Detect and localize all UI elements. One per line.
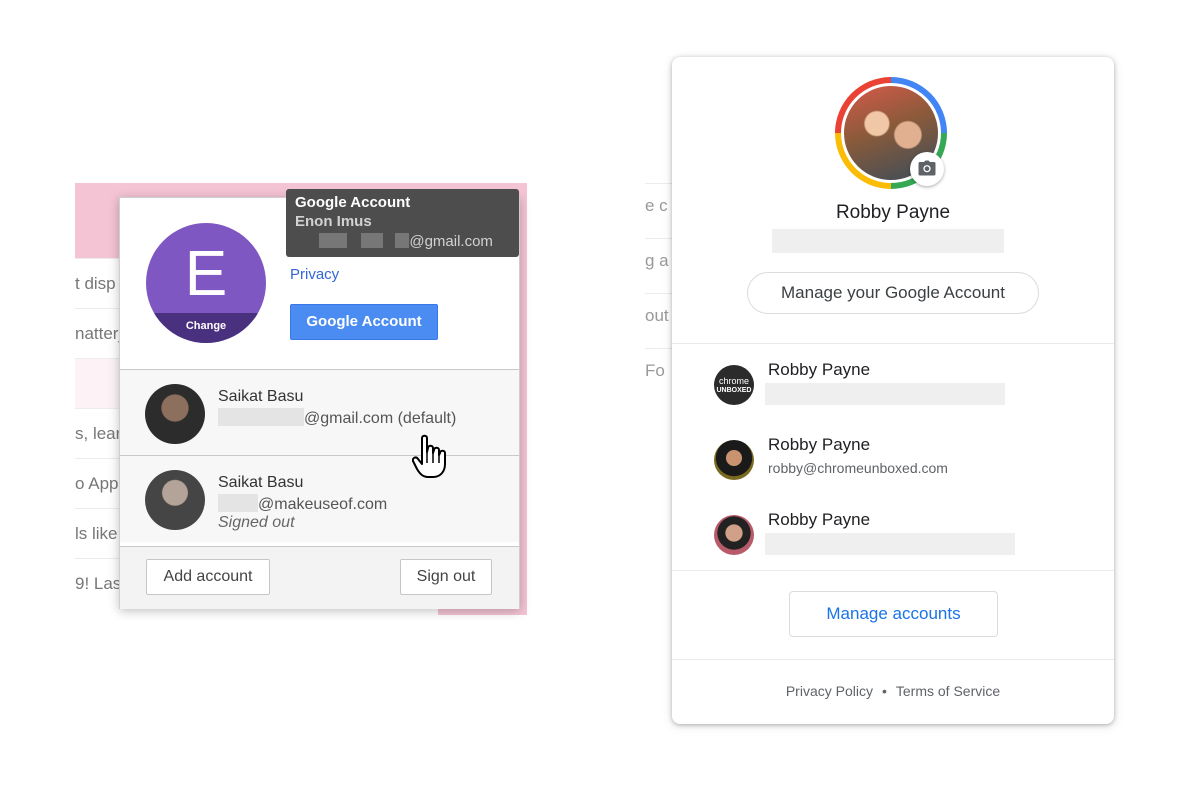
redacted-text: [218, 494, 258, 512]
divider: [672, 570, 1114, 571]
new-account-popup: Robby Payne Manage your Google Account c…: [672, 57, 1114, 724]
redacted-email: [765, 383, 1005, 405]
privacy-policy-link[interactable]: Privacy Policy: [786, 683, 873, 699]
right-background-page: e c g a out Fo: [620, 183, 675, 403]
footer-separator: •: [881, 683, 887, 699]
terms-of-service-link[interactable]: Terms of Service: [896, 683, 1000, 699]
background-row: e c: [645, 183, 675, 239]
camera-icon[interactable]: [910, 152, 944, 186]
divider: [672, 659, 1114, 660]
change-photo-label[interactable]: Change: [146, 313, 266, 343]
chrome-unboxed-logo-avatar: chrome UNBOXED: [714, 365, 754, 405]
account-row[interactable]: chrome UNBOXED Robby Payne: [672, 355, 1114, 425]
profile-name: Robby Payne: [835, 202, 951, 223]
popup-footer: Add account Sign out: [120, 546, 519, 609]
background-row: out: [645, 293, 675, 349]
account-name: Saikat Basu: [218, 388, 304, 405]
manage-google-account-button[interactable]: Manage your Google Account: [747, 272, 1039, 314]
hand-pointer-icon: [412, 434, 446, 478]
manage-accounts-button[interactable]: Manage accounts: [789, 591, 998, 637]
account-email: robby@chromeunboxed.com: [768, 460, 948, 476]
old-account-popup: E Change Privacy Google Account Saikat B…: [119, 197, 520, 609]
sign-out-button[interactable]: Sign out: [400, 559, 492, 595]
privacy-link[interactable]: Privacy: [290, 266, 339, 283]
divider: [672, 343, 1114, 344]
background-row: g a: [645, 238, 675, 294]
redacted-email: [772, 229, 1004, 253]
redacted-text: [361, 233, 384, 248]
account-email: @gmail.com (default): [218, 408, 456, 428]
google-account-button[interactable]: Google Account: [290, 304, 438, 340]
account-email: @makeuseof.com: [218, 494, 387, 514]
redacted-email: [765, 533, 1015, 555]
account-avatar: [714, 440, 754, 480]
redacted-text: [319, 233, 347, 248]
avatar-letter: E: [184, 237, 228, 309]
account-name: Robby Payne: [768, 360, 871, 379]
account-name: Saikat Basu: [218, 474, 304, 491]
account-row[interactable]: Robby Payne robby@chromeunboxed.com: [672, 430, 1114, 500]
account-avatar[interactable]: E Change: [146, 223, 266, 343]
tooltip-email: @gmail.com: [295, 231, 510, 253]
account-avatar: [145, 384, 205, 444]
account-avatar: [145, 470, 205, 530]
redacted-text: [395, 233, 410, 248]
account-name: Robby Payne: [768, 435, 871, 454]
tooltip-title: Google Account: [295, 194, 411, 211]
tooltip-name: Enon Imus: [295, 213, 372, 230]
popup-footer: Privacy Policy • Terms of Service: [672, 683, 1114, 699]
redacted-text: [218, 408, 304, 426]
account-row[interactable]: Saikat Basu @makeuseof.com Signed out: [120, 456, 519, 542]
account-row[interactable]: Robby Payne: [672, 505, 1114, 575]
account-tooltip: Google Account Enon Imus @gmail.com: [286, 189, 519, 257]
account-row[interactable]: Saikat Basu @gmail.com (default): [120, 370, 519, 456]
background-row: Fo: [645, 348, 675, 404]
add-account-button[interactable]: Add account: [146, 559, 270, 595]
account-status: Signed out: [218, 514, 295, 531]
account-name: Robby Payne: [768, 510, 871, 529]
account-avatar: [714, 515, 754, 555]
